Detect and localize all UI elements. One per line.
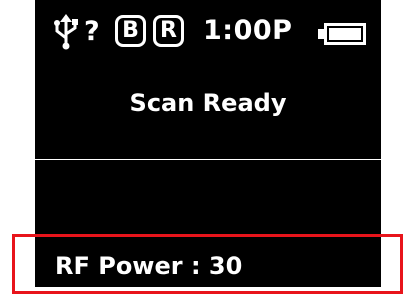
- scan-status-label: Scan Ready: [129, 89, 287, 117]
- badge-b-label: B: [122, 18, 139, 43]
- highlight-box: [12, 234, 403, 294]
- status-bar: ? B R 1:00P: [35, 8, 381, 54]
- badge-r-label: R: [160, 18, 177, 43]
- clock-time: 1:00P: [203, 15, 293, 46]
- usb-icon: [54, 14, 78, 50]
- badge-b-icon: B: [115, 15, 146, 47]
- divider: [35, 159, 381, 160]
- battery-icon: [318, 23, 366, 45]
- badge-r-icon: R: [153, 15, 184, 47]
- unknown-status-icon: ?: [84, 16, 100, 47]
